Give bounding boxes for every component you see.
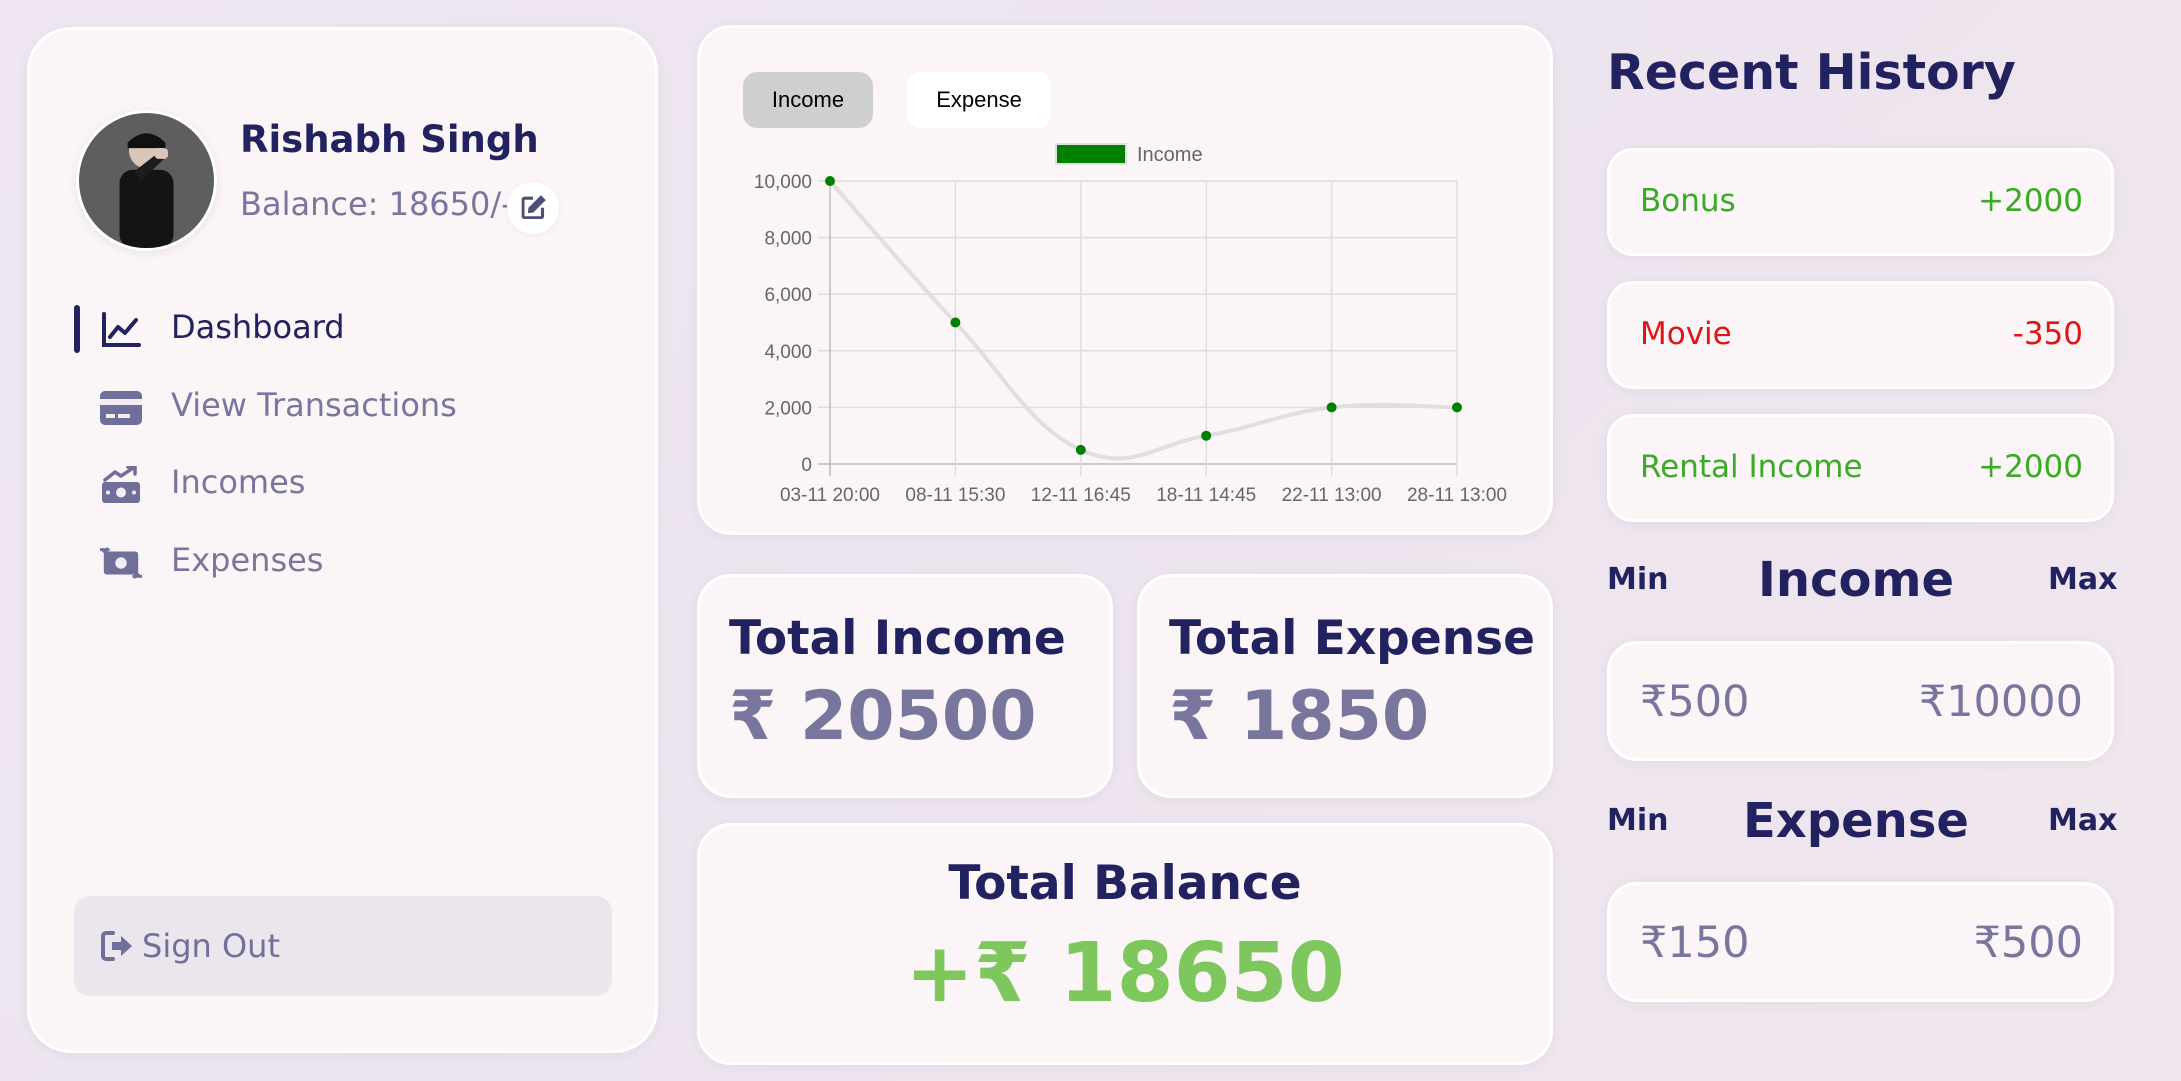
sidebar-item-label: Dashboard [171,308,345,346]
x-tick-label: 28-11 13:00 [1407,485,1507,506]
total-balance-card: Total Balance +₹ 18650 [697,823,1553,1065]
user-balance: Balance: 18650/- [240,185,513,223]
x-tick-label: 08-11 15:30 [905,485,1005,506]
money-bill-transfer-icon [100,543,142,583]
income-range-card: ₹500 ₹10000 [1607,641,2114,761]
expense-min-label: Min [1607,803,1669,838]
legend-swatch-income [1055,143,1127,165]
income-min-value: ₹500 [1640,677,1750,727]
pen-to-square-icon [521,195,546,220]
tab-expense[interactable]: Expense [907,72,1051,128]
sidebar-item-label: Incomes [171,463,306,501]
history-item-name: Bonus [1640,183,1736,219]
history-item[interactable]: Rental Income +2000 [1607,414,2114,522]
line-chart-icon [100,310,142,350]
expense-min-value: ₹150 [1640,918,1750,968]
total-balance-value: +₹ 18650 [905,926,1345,1021]
sidebar-item-label: Expenses [171,541,324,579]
sidebar-item-view-transactions[interactable]: View Transactions [30,378,655,438]
sign-out-label: Sign Out [142,927,280,965]
history-item-amount: -350 [2012,316,2083,352]
sidebar-item-dashboard[interactable]: Dashboard [30,300,655,360]
money-bill-trend-up-icon [100,465,142,505]
income-max-label: Max [2048,562,2118,597]
total-expense-title: Total Expense [1169,611,1536,666]
data-point [1452,402,1462,413]
y-tick-label: 4,000 [764,342,812,363]
y-tick-label: 8,000 [764,229,812,250]
y-tick-label: 10,000 [754,172,812,193]
x-tick-label: 12-11 16:45 [1031,485,1131,506]
x-tick-label: 03-11 20:00 [780,485,880,506]
data-point [950,317,961,328]
legend-label-income: Income [1137,144,1203,166]
income-max-value: ₹10000 [1918,677,2083,727]
history-item-amount: +2000 [1978,449,2083,485]
sign-out-icon [101,931,132,961]
sidebar-item-incomes[interactable]: Incomes [30,455,655,515]
data-point [1075,444,1086,455]
total-expense-card: Total Expense ₹ 1850 [1137,574,1553,798]
expense-range-card: ₹150 ₹500 [1607,882,2114,1002]
y-tick-label: 0 [801,455,812,476]
income-range-title: Income [1757,552,1955,608]
series-line-income [828,179,1458,461]
history-item-amount: +2000 [1978,183,2083,219]
history-item[interactable]: Movie -350 [1607,281,2114,389]
total-expense-value: ₹ 1850 [1169,677,1430,756]
history-item-name: Rental Income [1640,449,1863,485]
total-income-card: Total Income ₹ 20500 [697,574,1113,798]
y-tick-label: 2,000 [764,398,812,419]
income-min-label: Min [1607,562,1669,597]
data-point [825,176,835,186]
tab-income[interactable]: Income [743,72,873,128]
sidebar-item-label: View Transactions [171,386,457,424]
y-tick-label: 6,000 [764,285,812,306]
avatar[interactable] [76,110,217,251]
total-balance-title: Total Balance [948,856,1302,911]
total-income-title: Total Income [729,611,1066,666]
x-tick-label: 18-11 14:45 [1156,485,1256,506]
recent-history-title: Recent History [1607,44,2016,101]
sign-out-button[interactable]: Sign Out [74,896,612,996]
data-point [1201,430,1212,441]
expense-max-value: ₹500 [1973,918,2083,968]
sidebar: Rishabh Singh Balance: 18650/- Dashboard [27,27,658,1053]
active-indicator [74,305,80,353]
expense-range-title: Expense [1743,793,1969,849]
user-name: Rishabh Singh [240,118,539,161]
avatar-image [79,113,214,248]
credit-card-icon [100,388,142,428]
total-income-value: ₹ 20500 [729,677,1037,756]
sidebar-item-expenses[interactable]: Expenses [30,533,655,593]
chart-card: 0 2,000 4,000 6,000 8,000 10,000 03-11 20:00 08… [697,25,1553,535]
x-tick-label: 22-11 13:00 [1282,485,1382,506]
history-item-name: Movie [1640,316,1732,352]
data-point [1326,402,1337,413]
history-item[interactable]: Bonus +2000 [1607,148,2114,256]
expense-max-label: Max [2048,803,2118,838]
edit-profile-button[interactable] [507,182,559,234]
